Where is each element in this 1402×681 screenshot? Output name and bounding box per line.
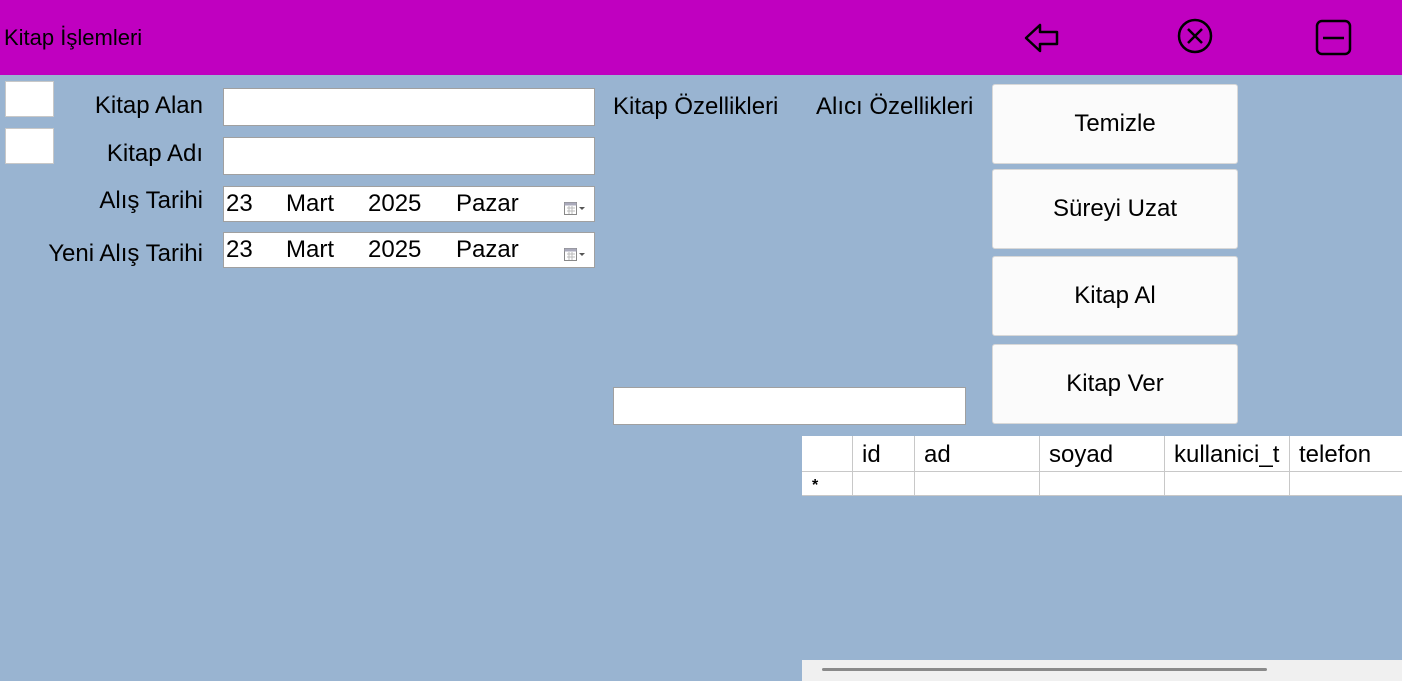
column-header-kullanici[interactable]: kullanici_t (1165, 436, 1290, 472)
search-input[interactable] (613, 387, 966, 425)
date-year: 2025 (368, 236, 422, 263)
table-cell[interactable] (1040, 472, 1165, 496)
kitap-al-button[interactable]: Kitap Al (992, 256, 1238, 336)
date-day: 23 (226, 190, 253, 217)
grid-header-row: id ad soyad kullanici_t telefon (802, 436, 1402, 472)
date-weekday: Pazar (456, 190, 519, 217)
back-arrow-icon[interactable] (1022, 18, 1062, 58)
column-header-id[interactable]: id (853, 436, 915, 472)
date-month: Mart (286, 236, 334, 263)
close-circle-icon[interactable] (1175, 18, 1215, 58)
table-cell[interactable] (1165, 472, 1290, 496)
calendar-dropdown-icon[interactable] (564, 196, 586, 215)
alis-tarihi-label: Alış Tarihi (99, 187, 203, 214)
calendar-dropdown-icon[interactable] (564, 242, 586, 261)
horizontal-scrollbar[interactable] (822, 668, 1267, 671)
table-cell[interactable] (853, 472, 915, 496)
alis-tarihi-datepicker[interactable]: 23 Mart 2025 Pazar (223, 186, 595, 222)
row-header-corner[interactable] (802, 436, 853, 472)
date-month: Mart (286, 190, 334, 217)
date-weekday: Pazar (456, 236, 519, 263)
column-header-soyad[interactable]: soyad (1040, 436, 1165, 472)
column-header-telefon[interactable]: telefon (1290, 436, 1402, 472)
kitap-alan-input[interactable] (223, 88, 595, 126)
kitap-adi-input[interactable] (223, 137, 595, 175)
column-header-ad[interactable]: ad (915, 436, 1040, 472)
date-year: 2025 (368, 190, 422, 217)
minimize-icon[interactable] (1314, 18, 1354, 58)
kitap-ver-button[interactable]: Kitap Ver (992, 344, 1238, 424)
temizle-button[interactable]: Temizle (992, 84, 1238, 164)
data-grid[interactable]: id ad soyad kullanici_t telefon * (802, 436, 1402, 496)
kitap-alan-label: Kitap Alan (94, 92, 203, 119)
window-title: Kitap İşlemleri (4, 25, 143, 50)
date-day: 23 (226, 236, 253, 263)
alici-ozellikleri-label: Alıcı Özellikleri (816, 93, 974, 120)
yeni-alis-tarihi-datepicker[interactable]: 23 Mart 2025 Pazar (223, 232, 595, 268)
sureyi-uzat-button[interactable]: Süreyi Uzat (992, 169, 1238, 249)
table-cell[interactable] (1290, 472, 1402, 496)
table-row-new[interactable]: * (802, 472, 1402, 496)
new-row-marker[interactable]: * (802, 472, 853, 496)
kitap-adi-label: Kitap Adı (106, 140, 203, 167)
title-bar: Kitap İşlemleri (0, 0, 1402, 75)
kitap-ozellikleri-label: Kitap Özellikleri (613, 93, 779, 120)
table-cell[interactable] (915, 472, 1040, 496)
yeni-alis-tarihi-label: Yeni Alış Tarihi (48, 240, 203, 267)
